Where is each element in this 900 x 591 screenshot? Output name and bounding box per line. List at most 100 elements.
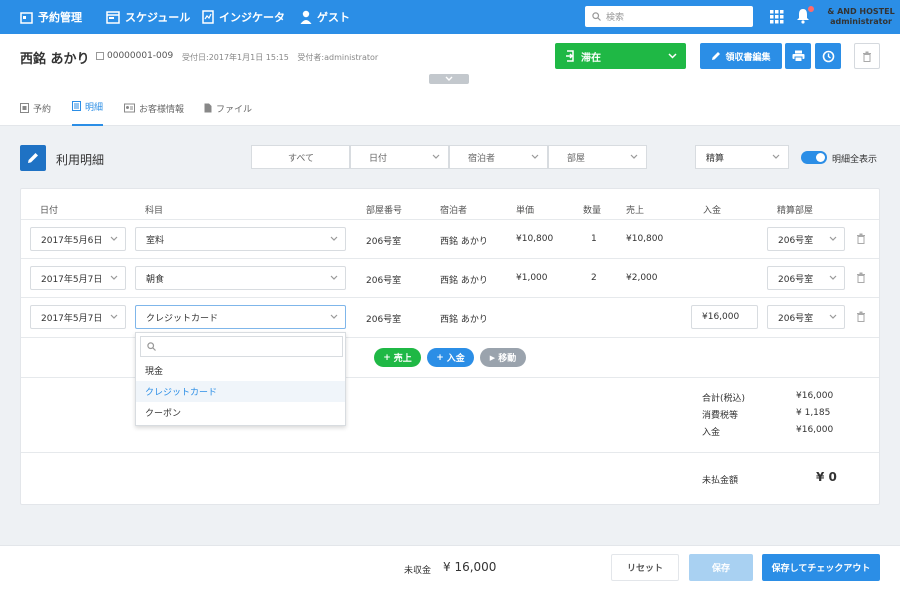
row-payment-input[interactable]: ¥16,000 — [691, 305, 758, 329]
summary-payment-label: 入金 — [702, 428, 721, 438]
filter-guest[interactable]: 宿泊者 — [449, 145, 548, 169]
nav-indicator-label: インジケータ — [219, 11, 285, 24]
add-payment-label: 入金 — [446, 354, 465, 364]
row-settle-room-select[interactable]: 206号室 — [767, 227, 845, 251]
add-sales-button[interactable]: + 売上 — [374, 348, 421, 367]
customer-icon — [124, 103, 135, 113]
plus-icon: + — [436, 352, 444, 363]
chevron-down-icon — [829, 314, 837, 319]
tab-reservation[interactable]: 予約 — [20, 90, 51, 126]
row-settle-room-select[interactable]: 206号室 — [767, 266, 845, 290]
row-unit-price: ¥10,800 — [516, 234, 554, 244]
trash-icon[interactable] — [856, 311, 866, 322]
row-date-value: 2017年5月6日 — [41, 235, 103, 246]
row-date-value: 2017年5月7日 — [41, 313, 103, 324]
row-date-select[interactable]: 2017年5月6日 — [30, 227, 126, 251]
nav-schedule[interactable]: スケジュール — [106, 0, 190, 34]
collapse-header-button[interactable] — [429, 74, 469, 84]
print-button[interactable] — [785, 43, 811, 69]
add-payment-button[interactable]: + 入金 — [427, 348, 474, 367]
hostel-name: & AND HOSTEL — [827, 7, 895, 16]
nav-indicator[interactable]: インジケータ — [202, 0, 285, 34]
status-dropdown[interactable]: 滞在 — [555, 43, 686, 69]
dropdown-option-credit-card[interactable]: クレジットカード — [136, 381, 345, 402]
chevron-down-icon — [110, 314, 118, 319]
save-button[interactable]: 保存 — [689, 554, 753, 581]
filter-guest-label: 宿泊者 — [468, 153, 496, 164]
row-item-select[interactable]: 室料 — [135, 227, 346, 251]
nav-schedule-label: スケジュール — [125, 11, 191, 24]
filter-all-label: すべて — [288, 153, 315, 164]
row-date-select[interactable]: 2017年5月7日 — [30, 266, 126, 290]
row-settle-room-value: 206号室 — [778, 274, 814, 285]
dropdown-option-cash[interactable]: 現金 — [136, 360, 345, 381]
tab-details[interactable]: 明細 — [72, 88, 104, 126]
apps-grid-icon[interactable] — [770, 10, 784, 24]
filter-room[interactable]: 部屋 — [548, 145, 647, 169]
schedule-icon — [106, 10, 120, 24]
edit-receipt-label: 領収書編集 — [725, 52, 771, 63]
trash-icon[interactable] — [856, 233, 866, 244]
tab-files-label: ファイル — [216, 104, 253, 115]
printer-icon — [792, 50, 804, 62]
chevron-down-icon — [330, 236, 338, 241]
row-room: 206号室 — [366, 276, 402, 286]
show-all-toggle[interactable] — [801, 151, 827, 164]
search-icon — [592, 12, 601, 21]
chevron-down-icon — [110, 275, 118, 280]
row-item-select[interactable]: 朝食 — [135, 266, 346, 290]
save-checkout-button[interactable]: 保存してチェックアウト — [762, 554, 880, 581]
filter-all[interactable]: すべて — [251, 145, 350, 169]
edit-receipt-button[interactable]: 領収書編集 — [700, 43, 782, 69]
row-guest: 西銘 あかり — [440, 315, 488, 325]
row-guest: 西銘 あかり — [440, 276, 488, 286]
col-header-room: 部屋番号 — [366, 206, 403, 216]
uncollected-value: ¥ 16,000 — [443, 560, 497, 574]
row-guest: 西銘 あかり — [440, 237, 488, 247]
chevron-down-icon — [531, 154, 539, 159]
delete-reservation-button[interactable] — [854, 43, 880, 69]
calendar-icon — [20, 11, 33, 24]
received-by: 受付者:administrator — [297, 53, 379, 62]
reservation-number: 00000001-009 — [96, 51, 173, 61]
divider — [21, 219, 879, 220]
row-item-value: 朝食 — [146, 274, 165, 285]
summary-total-label: 合計(税込) — [702, 394, 746, 404]
dropdown-search-input[interactable] — [140, 336, 343, 357]
trash-icon[interactable] — [856, 272, 866, 283]
move-button[interactable]: ▶ 移動 — [480, 348, 526, 367]
nav-reservation[interactable]: 予約管理 — [20, 0, 82, 34]
summary-tax-value: ¥ 1,185 — [796, 408, 831, 418]
dropdown-option-coupon[interactable]: クーポン — [136, 402, 345, 423]
row-item-select[interactable]: クレジットカード — [135, 305, 346, 329]
settle-select[interactable]: 精算 — [695, 145, 789, 169]
history-button[interactable] — [815, 43, 841, 69]
row-unit-price: ¥1,000 — [516, 273, 548, 283]
pencil-icon — [712, 52, 721, 60]
user-account[interactable]: & AND HOSTEL administrator — [822, 7, 900, 27]
file-icon — [204, 103, 212, 113]
balance-value: ¥ 0 — [816, 470, 837, 484]
row-date-select[interactable]: 2017年5月7日 — [30, 305, 126, 329]
nav-reservation-label: 予約管理 — [38, 11, 82, 24]
col-header-payment: 入金 — [703, 206, 722, 216]
row-item-value: クレジットカード — [146, 313, 219, 324]
row-settle-room-select[interactable]: 206号室 — [767, 305, 845, 329]
balance-label: 未払金額 — [702, 476, 739, 486]
reset-button[interactable]: リセット — [611, 554, 679, 581]
filter-date[interactable]: 日付 — [350, 145, 449, 169]
divider — [21, 297, 879, 298]
pencil-icon — [28, 153, 38, 163]
play-icon: ▶ — [489, 353, 496, 362]
tab-files[interactable]: ファイル — [204, 90, 252, 126]
filter-date-label: 日付 — [369, 153, 388, 164]
tab-customer-info[interactable]: お客様情報 — [124, 90, 184, 126]
chevron-down-icon — [330, 314, 338, 319]
chevron-down-icon — [829, 236, 837, 241]
row-settle-room-value: 206号室 — [778, 235, 814, 246]
chevron-down-icon — [330, 275, 338, 280]
search-input[interactable]: 検索 — [585, 6, 753, 27]
guest-icon — [300, 10, 312, 24]
nav-guest[interactable]: ゲスト — [300, 0, 350, 34]
col-header-qty: 数量 — [583, 206, 602, 216]
